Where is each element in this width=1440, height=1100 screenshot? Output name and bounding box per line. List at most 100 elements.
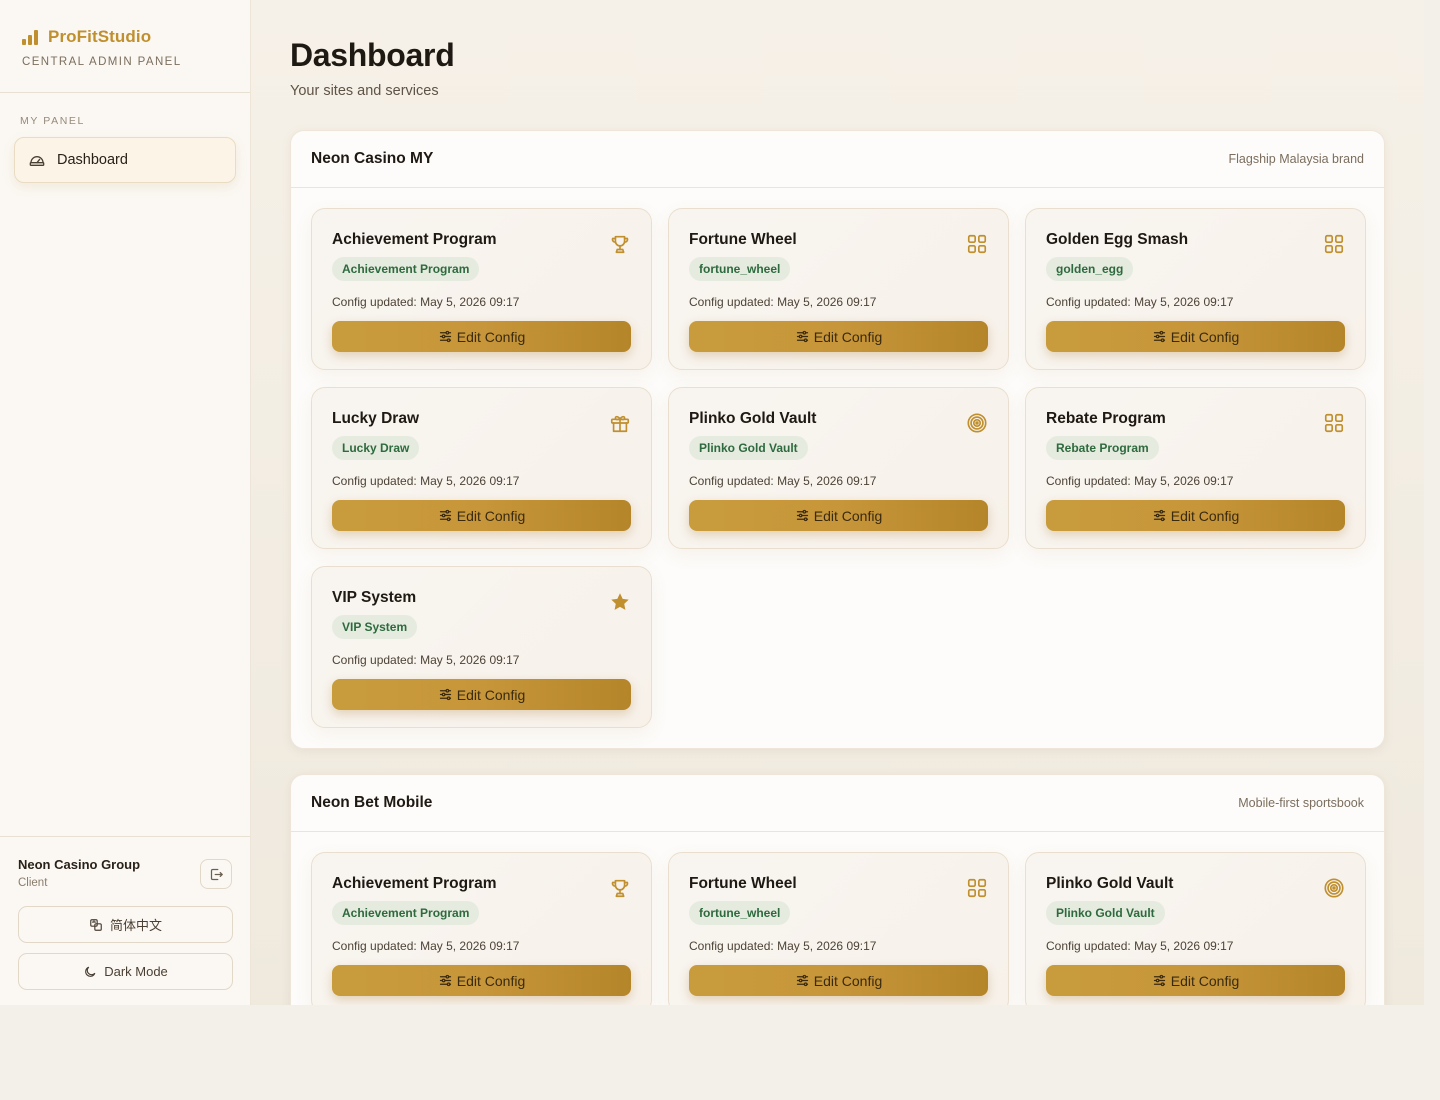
service-title: Achievement Program <box>332 231 497 248</box>
site-description: Flagship Malaysia brand <box>1228 152 1365 166</box>
main-content: Dashboard Your sites and services Neon C… <box>251 0 1424 1005</box>
logout-button[interactable] <box>200 859 232 889</box>
service-title: Lucky Draw <box>332 410 420 427</box>
edit-config-label: Edit Config <box>456 686 526 703</box>
page-subtitle: Your sites and services <box>290 83 439 99</box>
trophy-icon <box>609 877 631 899</box>
edit-config-label: Edit Config <box>1170 507 1240 524</box>
edit-config-label: Edit Config <box>813 328 883 345</box>
service-card: Plinko Gold Vault Plinko Gold Vault Config… <box>1025 852 1366 1005</box>
service-key-badge: fortune_wheel <box>689 257 791 281</box>
config-updated-text: Config updated: May 5, 2026 09:17 <box>332 474 520 488</box>
dark-mode-label: Dark Mode <box>104 964 168 979</box>
config-updated-text: Config updated: May 5, 2026 09:17 <box>1046 295 1234 309</box>
service-card: Fortune Wheel fortune_wheel Config updated… <box>668 208 1009 370</box>
edit-config-label: Edit Config <box>456 972 526 989</box>
config-updated-text: Config updated: May 5, 2026 09:17 <box>332 939 520 953</box>
site-name: Neon Casino MY <box>311 150 434 167</box>
service-key-badge: Achievement Program <box>332 257 480 281</box>
service-title: Achievement Program <box>332 875 497 892</box>
site-panel: Neon Casino MY Flagship Malaysia brand Ach… <box>290 130 1385 749</box>
sidebar-item-dashboard[interactable]: Dashboard <box>14 137 236 183</box>
config-updated-text: Config updated: May 5, 2026 09:17 <box>689 474 877 488</box>
service-grid: Achievement Program Achievement Program Co… <box>291 832 1384 1005</box>
brand-subtitle: CENTRAL ADMIN PANEL <box>22 56 182 68</box>
service-key-badge: Lucky Draw <box>332 436 420 460</box>
edit-config-button[interactable]: Edit Config <box>1046 500 1345 531</box>
brand-name: ProFitStudio <box>48 27 152 46</box>
service-key-badge: Achievement Program <box>332 901 480 925</box>
site-name: Neon Bet Mobile <box>311 794 433 811</box>
edit-config-label: Edit Config <box>456 507 526 524</box>
site-panel: Neon Bet Mobile Mobile-first sportsbook Ac… <box>290 774 1385 1005</box>
target-icon <box>966 412 988 434</box>
edit-config-button[interactable]: Edit Config <box>1046 965 1345 996</box>
config-updated-text: Config updated: May 5, 2026 09:17 <box>689 939 877 953</box>
sites-list: Neon Casino MY Flagship Malaysia brand Ach… <box>290 130 1385 1005</box>
config-updated-text: Config updated: May 5, 2026 09:17 <box>1046 474 1234 488</box>
edit-config-label: Edit Config <box>456 328 526 345</box>
sliders-icon <box>1153 330 1165 343</box>
service-card: Plinko Gold Vault Plinko Gold Vault Config… <box>668 387 1009 549</box>
service-key-badge: VIP System <box>332 615 418 639</box>
edit-config-label: Edit Config <box>1170 972 1240 989</box>
page-title: Dashboard <box>290 37 455 73</box>
trophy-icon <box>609 233 631 255</box>
brand-header: ProFitStudio CENTRAL ADMIN PANEL <box>0 0 250 93</box>
edit-config-button[interactable]: Edit Config <box>689 965 988 996</box>
edit-config-button[interactable]: Edit Config <box>1046 321 1345 352</box>
sliders-icon <box>796 330 808 343</box>
nav-section-label: MY PANEL <box>20 115 85 127</box>
language-toggle-button[interactable]: 简体中文 <box>18 906 233 943</box>
edit-config-label: Edit Config <box>813 972 883 989</box>
service-card: VIP System VIP System Config updated: May … <box>311 566 652 728</box>
edit-config-button[interactable]: Edit Config <box>332 679 631 710</box>
gift-icon <box>609 412 631 434</box>
bar-chart-icon <box>22 29 38 45</box>
grid-icon <box>966 233 988 255</box>
service-title: Rebate Program <box>1046 410 1166 427</box>
app-shell: ProFitStudio CENTRAL ADMIN PANEL MY PANE… <box>0 0 1424 1005</box>
brand-logo[interactable]: ProFitStudio <box>22 27 228 47</box>
config-updated-text: Config updated: May 5, 2026 09:17 <box>1046 939 1234 953</box>
service-card: Fortune Wheel fortune_wheel Config updated… <box>668 852 1009 1005</box>
edit-config-button[interactable]: Edit Config <box>332 500 631 531</box>
edit-config-label: Edit Config <box>813 507 883 524</box>
edit-config-button[interactable]: Edit Config <box>689 500 988 531</box>
sliders-icon <box>439 330 451 343</box>
service-title: Fortune Wheel <box>689 231 797 248</box>
sliders-icon <box>1153 974 1165 987</box>
service-key-badge: Plinko Gold Vault <box>689 436 808 460</box>
service-title: Golden Egg Smash <box>1046 231 1189 248</box>
edit-config-button[interactable]: Edit Config <box>689 321 988 352</box>
dashboard-gauge-icon <box>29 156 45 166</box>
service-key-badge: Rebate Program <box>1046 436 1159 460</box>
service-title: Fortune Wheel <box>689 875 797 892</box>
grid-icon <box>966 877 988 899</box>
service-title: Plinko Gold Vault <box>1046 875 1174 892</box>
grid-icon <box>1323 412 1345 434</box>
service-key-badge: Plinko Gold Vault <box>1046 901 1165 925</box>
target-icon <box>1323 877 1345 899</box>
site-description: Mobile-first sportsbook <box>1238 796 1364 810</box>
sliders-icon <box>439 688 451 701</box>
edit-config-button[interactable]: Edit Config <box>332 965 631 996</box>
service-title: VIP System <box>332 589 417 606</box>
dark-mode-toggle-button[interactable]: Dark Mode <box>18 953 233 990</box>
user-name: Neon Casino Group <box>18 857 141 872</box>
sliders-icon <box>439 974 451 987</box>
service-card: Rebate Program Rebate Program Config updat… <box>1025 387 1366 549</box>
service-card: Lucky Draw Lucky Draw Config updated: May … <box>311 387 652 549</box>
user-role: Client <box>18 877 48 889</box>
service-key-badge: fortune_wheel <box>689 901 791 925</box>
site-panel-header: Neon Casino MY Flagship Malaysia brand <box>291 131 1384 188</box>
sliders-icon <box>796 974 808 987</box>
moon-icon <box>85 966 96 977</box>
grid-icon <box>1323 233 1345 255</box>
user-info: Neon Casino Group Client <box>18 857 232 889</box>
logout-icon <box>210 868 223 880</box>
edit-config-button[interactable]: Edit Config <box>332 321 631 352</box>
config-updated-text: Config updated: May 5, 2026 09:17 <box>332 653 520 667</box>
translate-icon <box>90 918 102 931</box>
service-card: Achievement Program Achievement Program Co… <box>311 852 652 1005</box>
